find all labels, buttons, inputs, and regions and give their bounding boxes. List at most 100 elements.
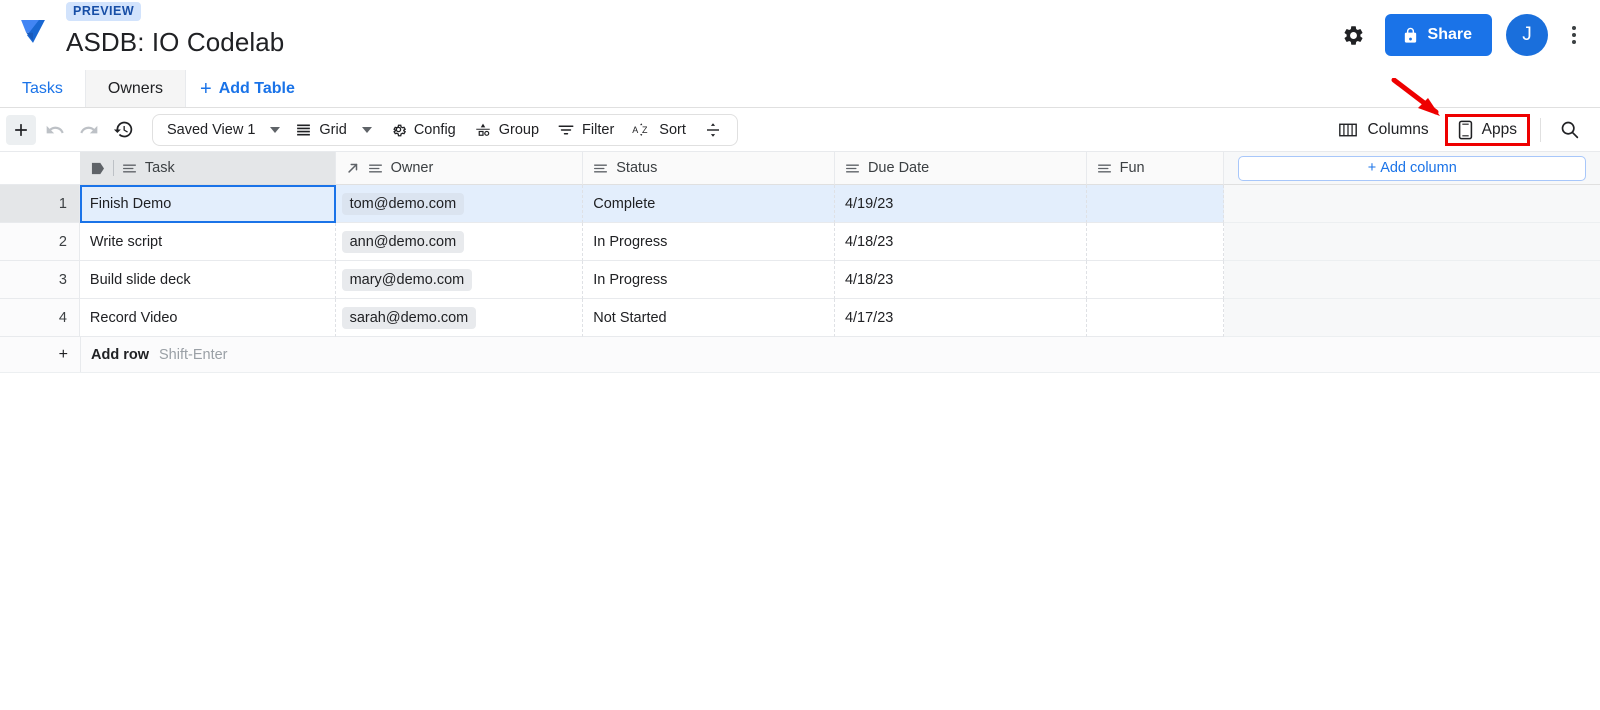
saved-view-label: Saved View 1: [167, 122, 255, 138]
table-row[interactable]: 1 Finish Demo tom@demo.com Complete 4/19…: [0, 185, 1600, 223]
add-table-label: Add Table: [219, 80, 295, 98]
cell-status[interactable]: In Progress: [583, 223, 835, 261]
cell-due-date[interactable]: 4/17/23: [835, 299, 1087, 337]
group-button[interactable]: Group: [465, 115, 548, 145]
saved-view-selector[interactable]: Saved View 1: [153, 115, 286, 145]
more-options-button[interactable]: [1562, 18, 1586, 52]
row-number[interactable]: 4: [0, 299, 80, 337]
column-header-status[interactable]: Status: [583, 152, 835, 185]
cell-due-date[interactable]: 4/18/23: [835, 261, 1087, 299]
add-row-bar: + Add row Shift-Enter: [0, 337, 1600, 373]
row-gutter-header: [0, 152, 80, 185]
view-type-selector[interactable]: Grid: [286, 115, 380, 145]
columns-button[interactable]: Columns: [1326, 115, 1440, 145]
app-logo[interactable]: [0, 0, 66, 48]
view-type-label: Grid: [319, 122, 346, 138]
add-column-header-cell: + Add column: [1224, 152, 1600, 185]
filter-funnel-icon: [557, 121, 575, 139]
tab-owners[interactable]: Owners: [85, 70, 186, 107]
cell-fun[interactable]: [1087, 185, 1225, 223]
text-type-icon: [1097, 162, 1112, 175]
history-clock-icon: [113, 119, 134, 140]
cell-owner[interactable]: sarah@demo.com: [336, 299, 584, 337]
toolbar-right-actions: Columns Apps: [1326, 108, 1592, 151]
sort-label: Sort: [659, 122, 686, 138]
svg-text:Z: Z: [642, 125, 648, 135]
cell-fun[interactable]: [1087, 223, 1225, 261]
cell-empty-tail: [1224, 223, 1600, 261]
preview-badge: PREVIEW: [66, 2, 141, 21]
cell-task[interactable]: Finish Demo: [80, 185, 336, 223]
config-button[interactable]: Config: [381, 115, 465, 145]
key-flag-icon: [90, 162, 105, 175]
row-height-button[interactable]: [695, 115, 731, 145]
filter-button[interactable]: Filter: [548, 115, 623, 145]
chevron-down-icon: [270, 127, 280, 133]
cell-task[interactable]: Write script: [80, 223, 336, 261]
add-row-plus[interactable]: +: [0, 346, 80, 364]
column-header-label: Owner: [391, 160, 434, 176]
cell-due-date[interactable]: 4/18/23: [835, 223, 1087, 261]
header-divider: [113, 160, 114, 176]
cell-empty-tail: [1224, 185, 1600, 223]
plus-icon: +: [1368, 160, 1376, 176]
row-number[interactable]: 2: [0, 223, 80, 261]
title-block: PREVIEW ASDB: IO Codelab: [66, 0, 284, 58]
apps-label: Apps: [1482, 121, 1517, 139]
search-button[interactable]: [1547, 113, 1592, 146]
table-row[interactable]: 3 Build slide deck mary@demo.com In Prog…: [0, 261, 1600, 299]
add-row-button[interactable]: Add row Shift-Enter: [80, 337, 228, 372]
cell-owner[interactable]: tom@demo.com: [336, 185, 584, 223]
az-sort-icon: A Z: [632, 121, 652, 139]
toolbar-divider: [1540, 118, 1541, 142]
row-number[interactable]: 1: [0, 185, 80, 223]
table-row[interactable]: 2 Write script ann@demo.com In Progress …: [0, 223, 1600, 261]
sort-button[interactable]: A Z Sort: [623, 115, 695, 145]
share-button[interactable]: Share: [1385, 14, 1492, 56]
kebab-dot: [1572, 40, 1576, 44]
cell-status[interactable]: Not Started: [583, 299, 835, 337]
apps-button[interactable]: Apps: [1445, 114, 1530, 146]
column-header-owner[interactable]: Owner: [336, 152, 584, 185]
cell-fun[interactable]: [1087, 299, 1225, 337]
svg-text:A: A: [633, 125, 639, 135]
history-button[interactable]: [108, 115, 138, 145]
cell-status[interactable]: Complete: [583, 185, 835, 223]
kebab-dot: [1572, 33, 1576, 37]
cell-task[interactable]: Record Video: [80, 299, 336, 337]
column-header-task[interactable]: Task: [80, 152, 336, 185]
plus-icon: +: [200, 79, 212, 99]
cell-owner[interactable]: mary@demo.com: [336, 261, 584, 299]
chevron-down-icon: [362, 127, 372, 133]
columns-label: Columns: [1367, 121, 1428, 139]
data-grid: Task Owner Status Due Date: [0, 152, 1600, 703]
share-label: Share: [1428, 26, 1472, 44]
avatar[interactable]: J: [1506, 14, 1548, 56]
owner-chip: sarah@demo.com: [342, 307, 477, 329]
gear-icon: [390, 121, 407, 138]
redo-button[interactable]: [74, 115, 104, 145]
text-type-icon: [593, 162, 608, 175]
lock-icon: [1402, 27, 1419, 44]
settings-button[interactable]: [1337, 18, 1371, 52]
table-row[interactable]: 4 Record Video sarah@demo.com Not Starte…: [0, 299, 1600, 337]
cell-empty-tail: [1224, 299, 1600, 337]
header-actions: Share J: [1337, 14, 1586, 56]
cell-status[interactable]: In Progress: [583, 261, 835, 299]
undo-button[interactable]: [40, 115, 70, 145]
page-title[interactable]: ASDB: IO Codelab: [66, 26, 284, 58]
column-header-due-date[interactable]: Due Date: [835, 152, 1087, 185]
tab-tasks[interactable]: Tasks: [0, 70, 85, 107]
cell-due-date[interactable]: 4/19/23: [835, 185, 1087, 223]
column-header-fun[interactable]: Fun: [1087, 152, 1225, 185]
row-number[interactable]: 3: [0, 261, 80, 299]
grid-lines-icon: [295, 121, 312, 138]
add-table-button[interactable]: + Add Table: [186, 70, 309, 107]
cell-owner[interactable]: ann@demo.com: [336, 223, 584, 261]
cell-task[interactable]: Build slide deck: [80, 261, 336, 299]
column-header-label: Due Date: [868, 160, 929, 176]
cell-fun[interactable]: [1087, 261, 1225, 299]
add-row-hint: Shift-Enter: [159, 347, 228, 363]
add-column-button[interactable]: + Add column: [1238, 156, 1586, 181]
add-record-button[interactable]: [6, 115, 36, 145]
